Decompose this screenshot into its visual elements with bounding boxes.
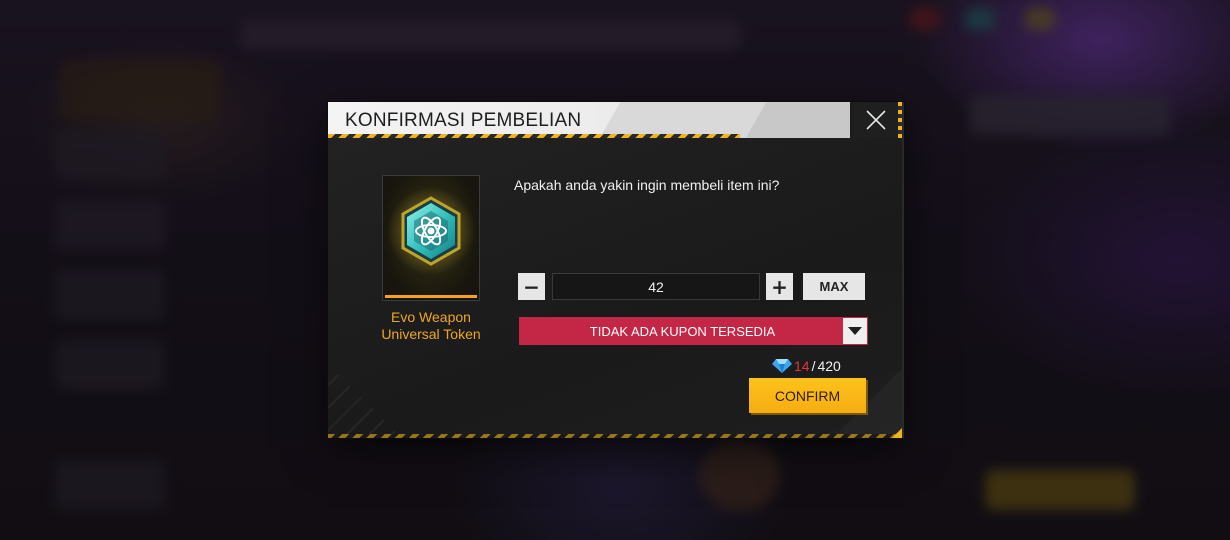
corner-accent bbox=[892, 428, 902, 438]
owned-diamonds: 14 bbox=[794, 358, 810, 374]
diamond-icon bbox=[772, 359, 792, 373]
decrease-button[interactable]: − bbox=[518, 273, 545, 300]
bottom-hazard-stripe bbox=[328, 434, 902, 438]
close-icon bbox=[866, 110, 886, 130]
dialog-title: KONFIRMASI PEMBELIAN bbox=[345, 110, 582, 131]
required-diamonds: 420 bbox=[817, 358, 841, 374]
dialog-header: KONFIRMASI PEMBELIAN bbox=[328, 102, 850, 138]
close-button[interactable] bbox=[852, 102, 900, 138]
rarity-bar bbox=[385, 295, 477, 298]
hazard-stripe bbox=[328, 134, 740, 138]
max-button[interactable]: MAX bbox=[803, 273, 865, 300]
price-display: 14/420 bbox=[772, 356, 841, 376]
header-edge-stripe bbox=[898, 102, 902, 138]
header-decoration bbox=[598, 102, 850, 138]
item-name-line2: Universal Token bbox=[381, 326, 481, 342]
quantity-field[interactable]: 42 bbox=[552, 273, 760, 300]
confirm-button[interactable]: CONFIRM bbox=[749, 378, 866, 413]
item-name: Evo Weapon Universal Token bbox=[368, 309, 494, 343]
coupon-label: TIDAK ADA KUPON TERSEDIA bbox=[589, 323, 776, 339]
purchase-confirmation-dialog: KONFIRMASI PEMBELIAN Evo Weapon Universa… bbox=[328, 102, 904, 438]
dropdown-arrow-icon bbox=[843, 318, 867, 344]
confirmation-question: Apakah anda yakin ingin membeli item ini… bbox=[514, 177, 780, 193]
price-separator: / bbox=[811, 358, 816, 374]
increase-button[interactable]: + bbox=[766, 273, 793, 300]
coupon-dropdown[interactable]: TIDAK ADA KUPON TERSEDIA bbox=[519, 317, 868, 345]
atom-hexagon-token-icon bbox=[387, 187, 475, 275]
item-card bbox=[382, 175, 480, 301]
item-name-line1: Evo Weapon bbox=[391, 309, 471, 325]
